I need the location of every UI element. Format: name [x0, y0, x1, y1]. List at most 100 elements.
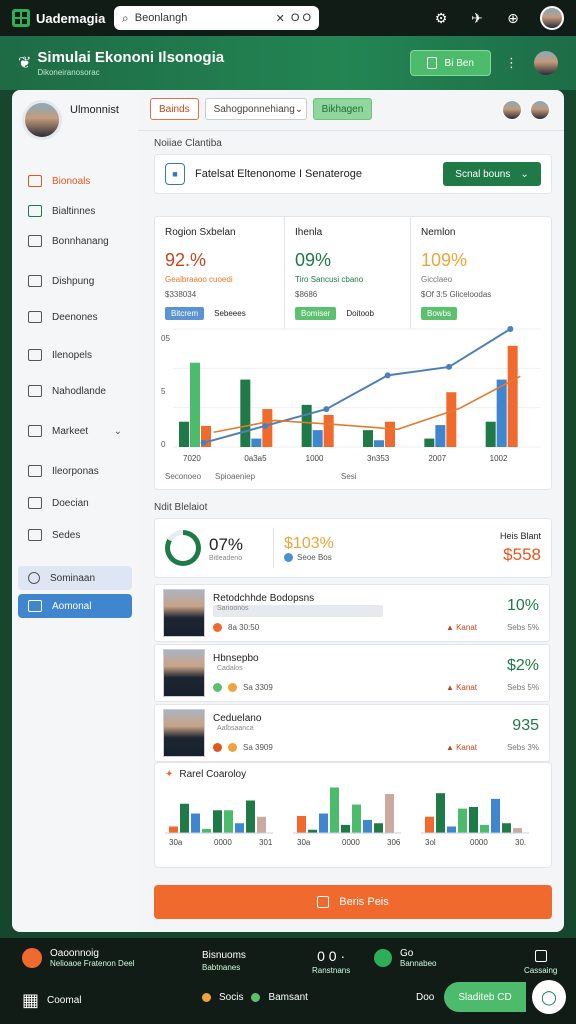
x-tick-label: 7020 — [183, 454, 201, 463]
sidebar-item-12[interactable]: Aomonal — [18, 594, 132, 618]
footer-circle-button[interactable]: ◯ — [532, 980, 566, 1014]
kpi-card-0[interactable]: Rogion Sxbelan 92.% Gealbraaoo cuoedi $3… — [155, 217, 285, 329]
line-series — [203, 328, 511, 444]
user-avatar[interactable] — [540, 6, 564, 30]
settings-icon[interactable]: ⚙ — [432, 9, 450, 27]
settings-icon — [28, 572, 40, 584]
collaborator-avatar[interactable] — [502, 100, 522, 120]
kpi-value: 09% — [295, 250, 332, 270]
kpi-card-2[interactable]: Nemlon 109% Gicclaeo $Of 3:5 Gliceloodas… — [411, 217, 551, 329]
sidebar-item-10[interactable]: Sedes — [12, 520, 138, 550]
bar — [425, 816, 434, 833]
kpi-value: 109% — [421, 250, 468, 270]
sidebar-profile[interactable]: Ulmonnist — [12, 100, 138, 162]
sidebar-item-label: Aomonal — [52, 600, 92, 612]
right-label: Heis Blant — [499, 531, 541, 541]
bar — [240, 379, 251, 447]
bar — [330, 787, 339, 833]
kpi-value: 92.% — [165, 250, 207, 270]
header-avatar[interactable] — [534, 51, 558, 75]
bar — [507, 345, 518, 447]
plane-icon[interactable]: ✈ — [468, 9, 486, 27]
kpi-sub2: $8686 — [295, 290, 318, 299]
globe-icon[interactable]: ⊕ — [504, 9, 522, 27]
bar — [446, 392, 457, 447]
person-rank-value: Sebs 5% — [506, 683, 539, 692]
app-title: ❦ Simulai Ekononi Ilsonogia Dikoneiranos… — [18, 49, 224, 77]
person-photo — [163, 709, 205, 757]
tab-0[interactable]: Bainds — [150, 98, 199, 120]
list-item[interactable]: Ceduelano Aalbsaanca Sa 3909 935 ▲ Kanat… — [154, 704, 550, 762]
tab-select[interactable]: Sahogponnehiang ⌄ — [204, 98, 307, 120]
bar — [262, 409, 273, 447]
search-options[interactable]: O O — [291, 12, 311, 24]
home-icon — [28, 175, 42, 187]
person-meta: 8a 30:50 — [228, 623, 260, 632]
sidebar-item-9[interactable]: Doecian — [12, 488, 138, 518]
sidebar-item-label: Nahodlande — [52, 385, 106, 397]
bar — [513, 828, 522, 833]
checkbox-icon[interactable] — [534, 950, 547, 962]
sidebar-item-0[interactable]: Bionoals — [12, 166, 138, 196]
x-axis-label: Sesi — [341, 472, 357, 481]
list-item[interactable]: Hbnsepbo Cadalos Sa 3309 $2% ▲ Kanat Seb… — [154, 644, 550, 702]
list-item[interactable]: Retodchhde Bodopsns Sarioonos 8a 30:50 1… — [154, 584, 550, 642]
sidebar-item-11[interactable]: Sominaan — [18, 566, 132, 590]
leaf-icon: ❦ — [18, 55, 32, 72]
sidebar-item-7[interactable]: Markeet ⌄ — [12, 416, 138, 446]
bar — [491, 798, 500, 833]
person-rank: ▲ Kanat — [445, 743, 477, 752]
person-rank: ▲ Kanat — [445, 623, 477, 632]
chevron-down-icon: ⌄ — [294, 103, 304, 115]
header-action-button[interactable]: Bi Ben — [409, 50, 491, 76]
kpi-card-1[interactable]: Ihenla 09% Tiro Sancusi cbano $8686 Bomi… — [285, 217, 411, 329]
footer-item-left-bottom[interactable]: ▦ Coomal — [22, 990, 81, 1011]
bar — [480, 824, 489, 833]
bar — [224, 810, 233, 833]
x-tick-label: 30a — [169, 838, 183, 847]
footer-item-mid-bottom[interactable]: Socis Bamsant — [202, 992, 308, 1003]
more-icon[interactable]: ⋮ — [505, 55, 518, 71]
search-card: ■ Fatelsat Eltenonome I Senateroge Scnal… — [154, 154, 552, 194]
bar — [319, 813, 328, 833]
brand[interactable]: Uademagia — [12, 9, 112, 27]
footer-item-mid[interactable]: Bisnuoms Babtnanes — [202, 950, 246, 972]
collaborator-avatar[interactable] — [530, 100, 550, 120]
chevron-down-icon[interactable]: ⌄ — [114, 426, 122, 437]
search-card-button[interactable]: Scnal bouns ⌄ — [443, 162, 541, 186]
sidebar-item-6[interactable]: Nahodlande — [12, 376, 138, 406]
search-input[interactable]: Beonlangh — [135, 12, 270, 24]
file-icon — [28, 349, 42, 361]
bar — [312, 430, 323, 447]
footer-counter[interactable]: 0 0 · Ranstnans — [312, 948, 350, 975]
kpi-chip: Bitcrem — [165, 307, 205, 320]
document-icon — [426, 57, 437, 69]
profile-avatar[interactable] — [22, 100, 62, 140]
person-photo — [163, 589, 205, 637]
top-bar: Uademagia ⌕ Beonlangh ✕ O O ⚙ ✈ ⊕ — [0, 0, 576, 36]
clear-icon[interactable]: ✕ — [276, 12, 285, 25]
sidebar-item-5[interactable]: Ilenopels — [12, 340, 138, 370]
bar — [502, 823, 511, 833]
footer-mid-bottom-a: Socis — [219, 992, 244, 1003]
sidebar-item-4[interactable]: Deenones — [12, 302, 138, 332]
sidebar-item-8[interactable]: Ileorponas — [12, 456, 138, 486]
x-tick-label: 0000 — [342, 838, 360, 847]
search-bar[interactable]: ⌕ Beonlangh ✕ O O — [114, 6, 319, 30]
document-icon — [28, 311, 42, 323]
x-tick-label: 0a3a5 — [244, 454, 267, 463]
bar — [436, 793, 445, 833]
sidebar-item-3[interactable]: Dishpung — [12, 266, 138, 296]
sidebar-item-2[interactable]: Bonnhanang — [12, 226, 138, 256]
tab-2[interactable]: Bikhagen — [312, 98, 373, 120]
sidebar-item-1[interactable]: Bialtinnes — [12, 196, 138, 226]
cta-button[interactable]: Beris Peis — [154, 885, 552, 919]
footer-left-bottom-label: Coomal — [47, 995, 82, 1006]
footer-box[interactable]: Cassaing — [524, 950, 557, 975]
mid-caption: Seoe Bos — [297, 552, 332, 562]
footer-item-left[interactable]: Oaoonnoig Nelioaoe Fratenon Deel — [22, 948, 135, 968]
divider — [138, 130, 564, 131]
footer-go[interactable]: Go Bannabeo — [374, 948, 436, 968]
person-rank-value: Sebs 3% — [506, 743, 539, 752]
footer-action-button[interactable]: Sladiteb CD — [444, 982, 526, 1012]
